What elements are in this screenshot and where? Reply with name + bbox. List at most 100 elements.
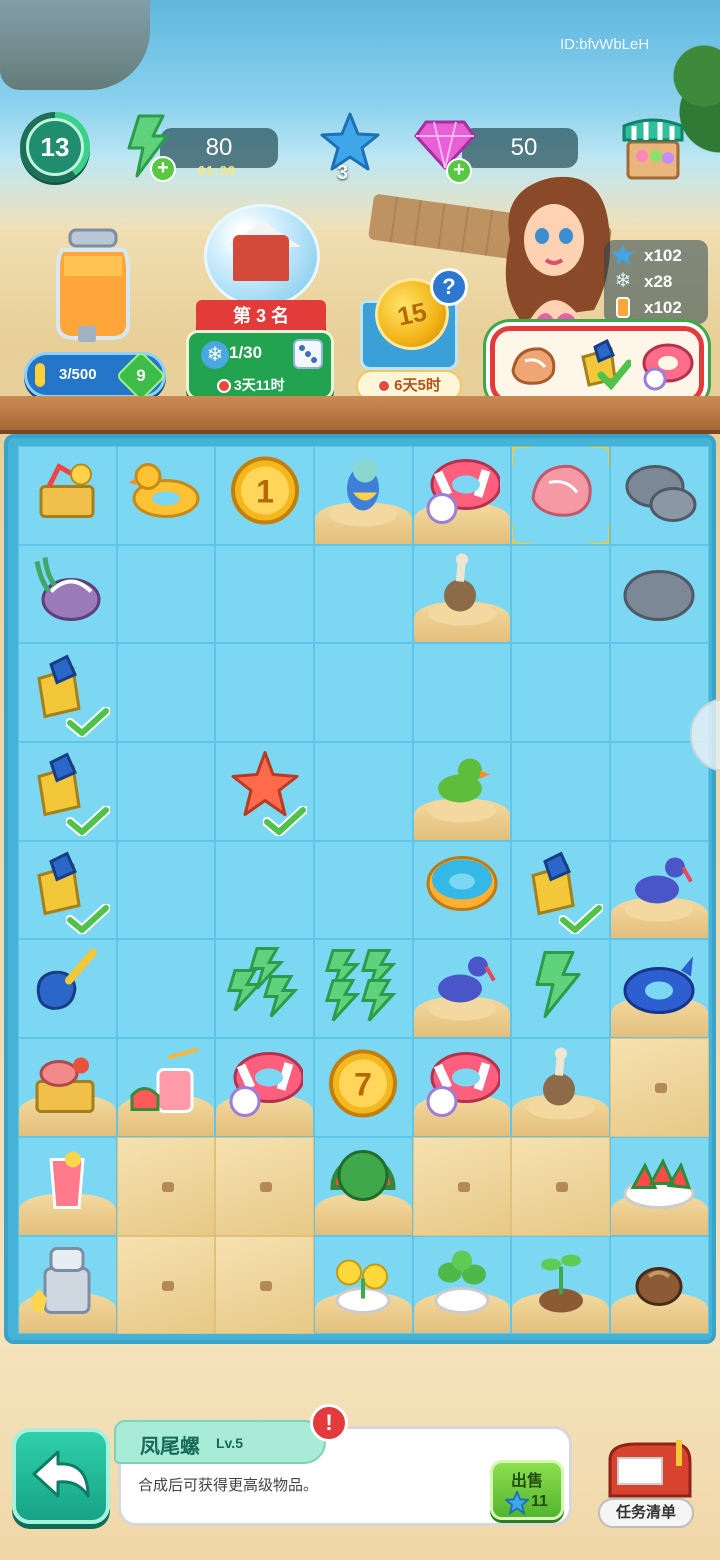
board-cell-empty[interactable] (116, 643, 216, 743)
juicer-icon (29, 1242, 105, 1323)
board-cell-watermelon[interactable] (314, 1136, 413, 1236)
board-cell-plant-pot[interactable] (412, 1235, 512, 1335)
gem-counter[interactable]: 50 (462, 128, 578, 168)
board-cell-shovel-done[interactable] (18, 643, 117, 743)
add-energy-button[interactable]: + (150, 156, 176, 182)
board-cell-whale-float[interactable] (610, 939, 709, 1039)
board-cell-bird-blue[interactable] (412, 939, 512, 1039)
board-cell-shovel-done[interactable] (18, 742, 117, 841)
board-cell-sprout[interactable] (511, 1235, 611, 1335)
whale-float-icon (621, 946, 697, 1027)
board-cell-flower-pot[interactable] (314, 1235, 413, 1335)
board-cell-swim-ring[interactable] (412, 446, 512, 545)
board-cell-rock[interactable] (610, 544, 709, 644)
board-cell-empty[interactable] (116, 939, 216, 1039)
energy-timer: 01:39 (198, 163, 237, 178)
board-cell-bird-blue[interactable] (610, 840, 709, 940)
help-button[interactable]: ? (430, 268, 468, 306)
board-cell-sand[interactable] (116, 1235, 216, 1335)
board-cell-coral-shell[interactable] (18, 544, 117, 644)
player-id: ID:bfvWbLeH (560, 36, 650, 53)
board-cell-energy-3[interactable] (215, 939, 315, 1039)
board-cell-empty[interactable] (511, 742, 611, 841)
item-level: Lv.5 (216, 1435, 243, 1451)
board-cell-empty[interactable] (314, 544, 413, 644)
back-button[interactable] (12, 1428, 110, 1524)
juice-jar-icon[interactable] (48, 226, 138, 346)
board-cell-empty[interactable] (610, 742, 709, 841)
item-alert-button[interactable]: ! (310, 1404, 348, 1442)
board-cell-duck-float[interactable] (116, 446, 216, 545)
board-cell-beach-basket[interactable] (18, 446, 117, 545)
player-level-badge[interactable]: 13 (20, 112, 90, 182)
swim-ring-icon (227, 1045, 305, 1126)
board-cell-empty[interactable] (116, 742, 216, 841)
energy-value: 80 (205, 134, 233, 161)
star-icon (612, 245, 634, 265)
energy-counter[interactable]: 80 (160, 128, 278, 168)
board-cell-shovel[interactable] (18, 939, 117, 1039)
board-cell-empty[interactable] (116, 840, 216, 940)
board-cell-fruit-punch[interactable] (116, 1038, 216, 1137)
board-cell-empty[interactable] (215, 544, 315, 644)
board-cell-juicer[interactable] (18, 1235, 117, 1335)
board-cell-seagull[interactable] (412, 544, 512, 644)
seagull-icon (523, 1045, 599, 1126)
board-cell-empty[interactable] (215, 840, 315, 940)
board-cell-sand[interactable] (511, 1136, 611, 1236)
board-cell-energy-1[interactable] (511, 939, 611, 1039)
board-cell-energy-4[interactable] (314, 939, 413, 1039)
board-cell-juice-glass[interactable] (18, 1136, 117, 1236)
seagull-icon (424, 552, 500, 633)
event-card[interactable]: ❄ 1/30 3天11时 (186, 330, 334, 400)
board-cell-empty[interactable] (116, 544, 216, 644)
board-cell-sand[interactable] (116, 1136, 216, 1236)
board-cell-donut-float[interactable] (412, 840, 512, 940)
board-cell-meat-basket[interactable] (18, 1038, 117, 1137)
order-panel[interactable] (490, 326, 704, 404)
snow-globe-icon[interactable] (204, 204, 320, 308)
sell-button[interactable]: 出售 11 (490, 1460, 564, 1520)
swim-ring-icon (424, 453, 502, 534)
coin-label: 1 (256, 474, 274, 510)
jar-progress-fill (35, 363, 45, 387)
item-name: 凤尾螺 (140, 1436, 200, 1458)
beach-basket-icon (29, 453, 105, 534)
jar-progress-bar[interactable]: 3/500 9 (24, 350, 167, 402)
board-cell-sand[interactable] (610, 1038, 709, 1137)
board-cell-swim-ring[interactable] (215, 1038, 315, 1137)
board-cell-swim-ring[interactable] (412, 1038, 512, 1137)
swim-ring-icon (642, 343, 694, 391)
board-cell-empty[interactable] (314, 643, 413, 743)
board-cell-conch-selected[interactable] (511, 446, 611, 545)
level-number: 13 (26, 118, 84, 176)
board-cell-empty[interactable] (511, 643, 611, 743)
board-grid: 17 (18, 446, 709, 1335)
board-cell-empty[interactable] (314, 840, 413, 940)
coin-box-timer-text: 6天5时 (394, 377, 441, 394)
board-cell-parrot-green[interactable] (412, 742, 512, 841)
board-cell-sand[interactable] (412, 1136, 512, 1236)
merge-board: 17 (4, 434, 716, 1344)
board-cell-empty[interactable] (215, 643, 315, 743)
board-cell-shovel-done[interactable] (511, 840, 611, 940)
clock-icon (217, 379, 231, 394)
board-cell-parrot-blue[interactable] (314, 446, 413, 545)
board-cell-sand[interactable] (215, 1136, 315, 1236)
board-cell-coin-1[interactable]: 1 (215, 446, 315, 545)
board-cell-coin-7[interactable]: 7 (314, 1038, 413, 1137)
board-cell-empty[interactable] (412, 643, 512, 743)
board-cell-seed[interactable] (610, 1235, 709, 1335)
board-cell-watermelon-plate[interactable] (610, 1136, 709, 1236)
board-cell-starfish-done[interactable] (215, 742, 315, 841)
board-cell-empty[interactable] (511, 544, 611, 644)
board-cell-sand[interactable] (215, 1235, 315, 1335)
background-rock (0, 0, 150, 90)
task-list-button[interactable]: 任务清单 (598, 1498, 694, 1528)
add-gem-button[interactable]: + (446, 158, 472, 184)
board-cell-seagull[interactable] (511, 1038, 611, 1137)
board-cell-rocks[interactable] (610, 446, 709, 545)
board-cell-empty[interactable] (314, 742, 413, 841)
board-cell-shovel-done[interactable] (18, 840, 117, 940)
check-icon (65, 904, 110, 935)
